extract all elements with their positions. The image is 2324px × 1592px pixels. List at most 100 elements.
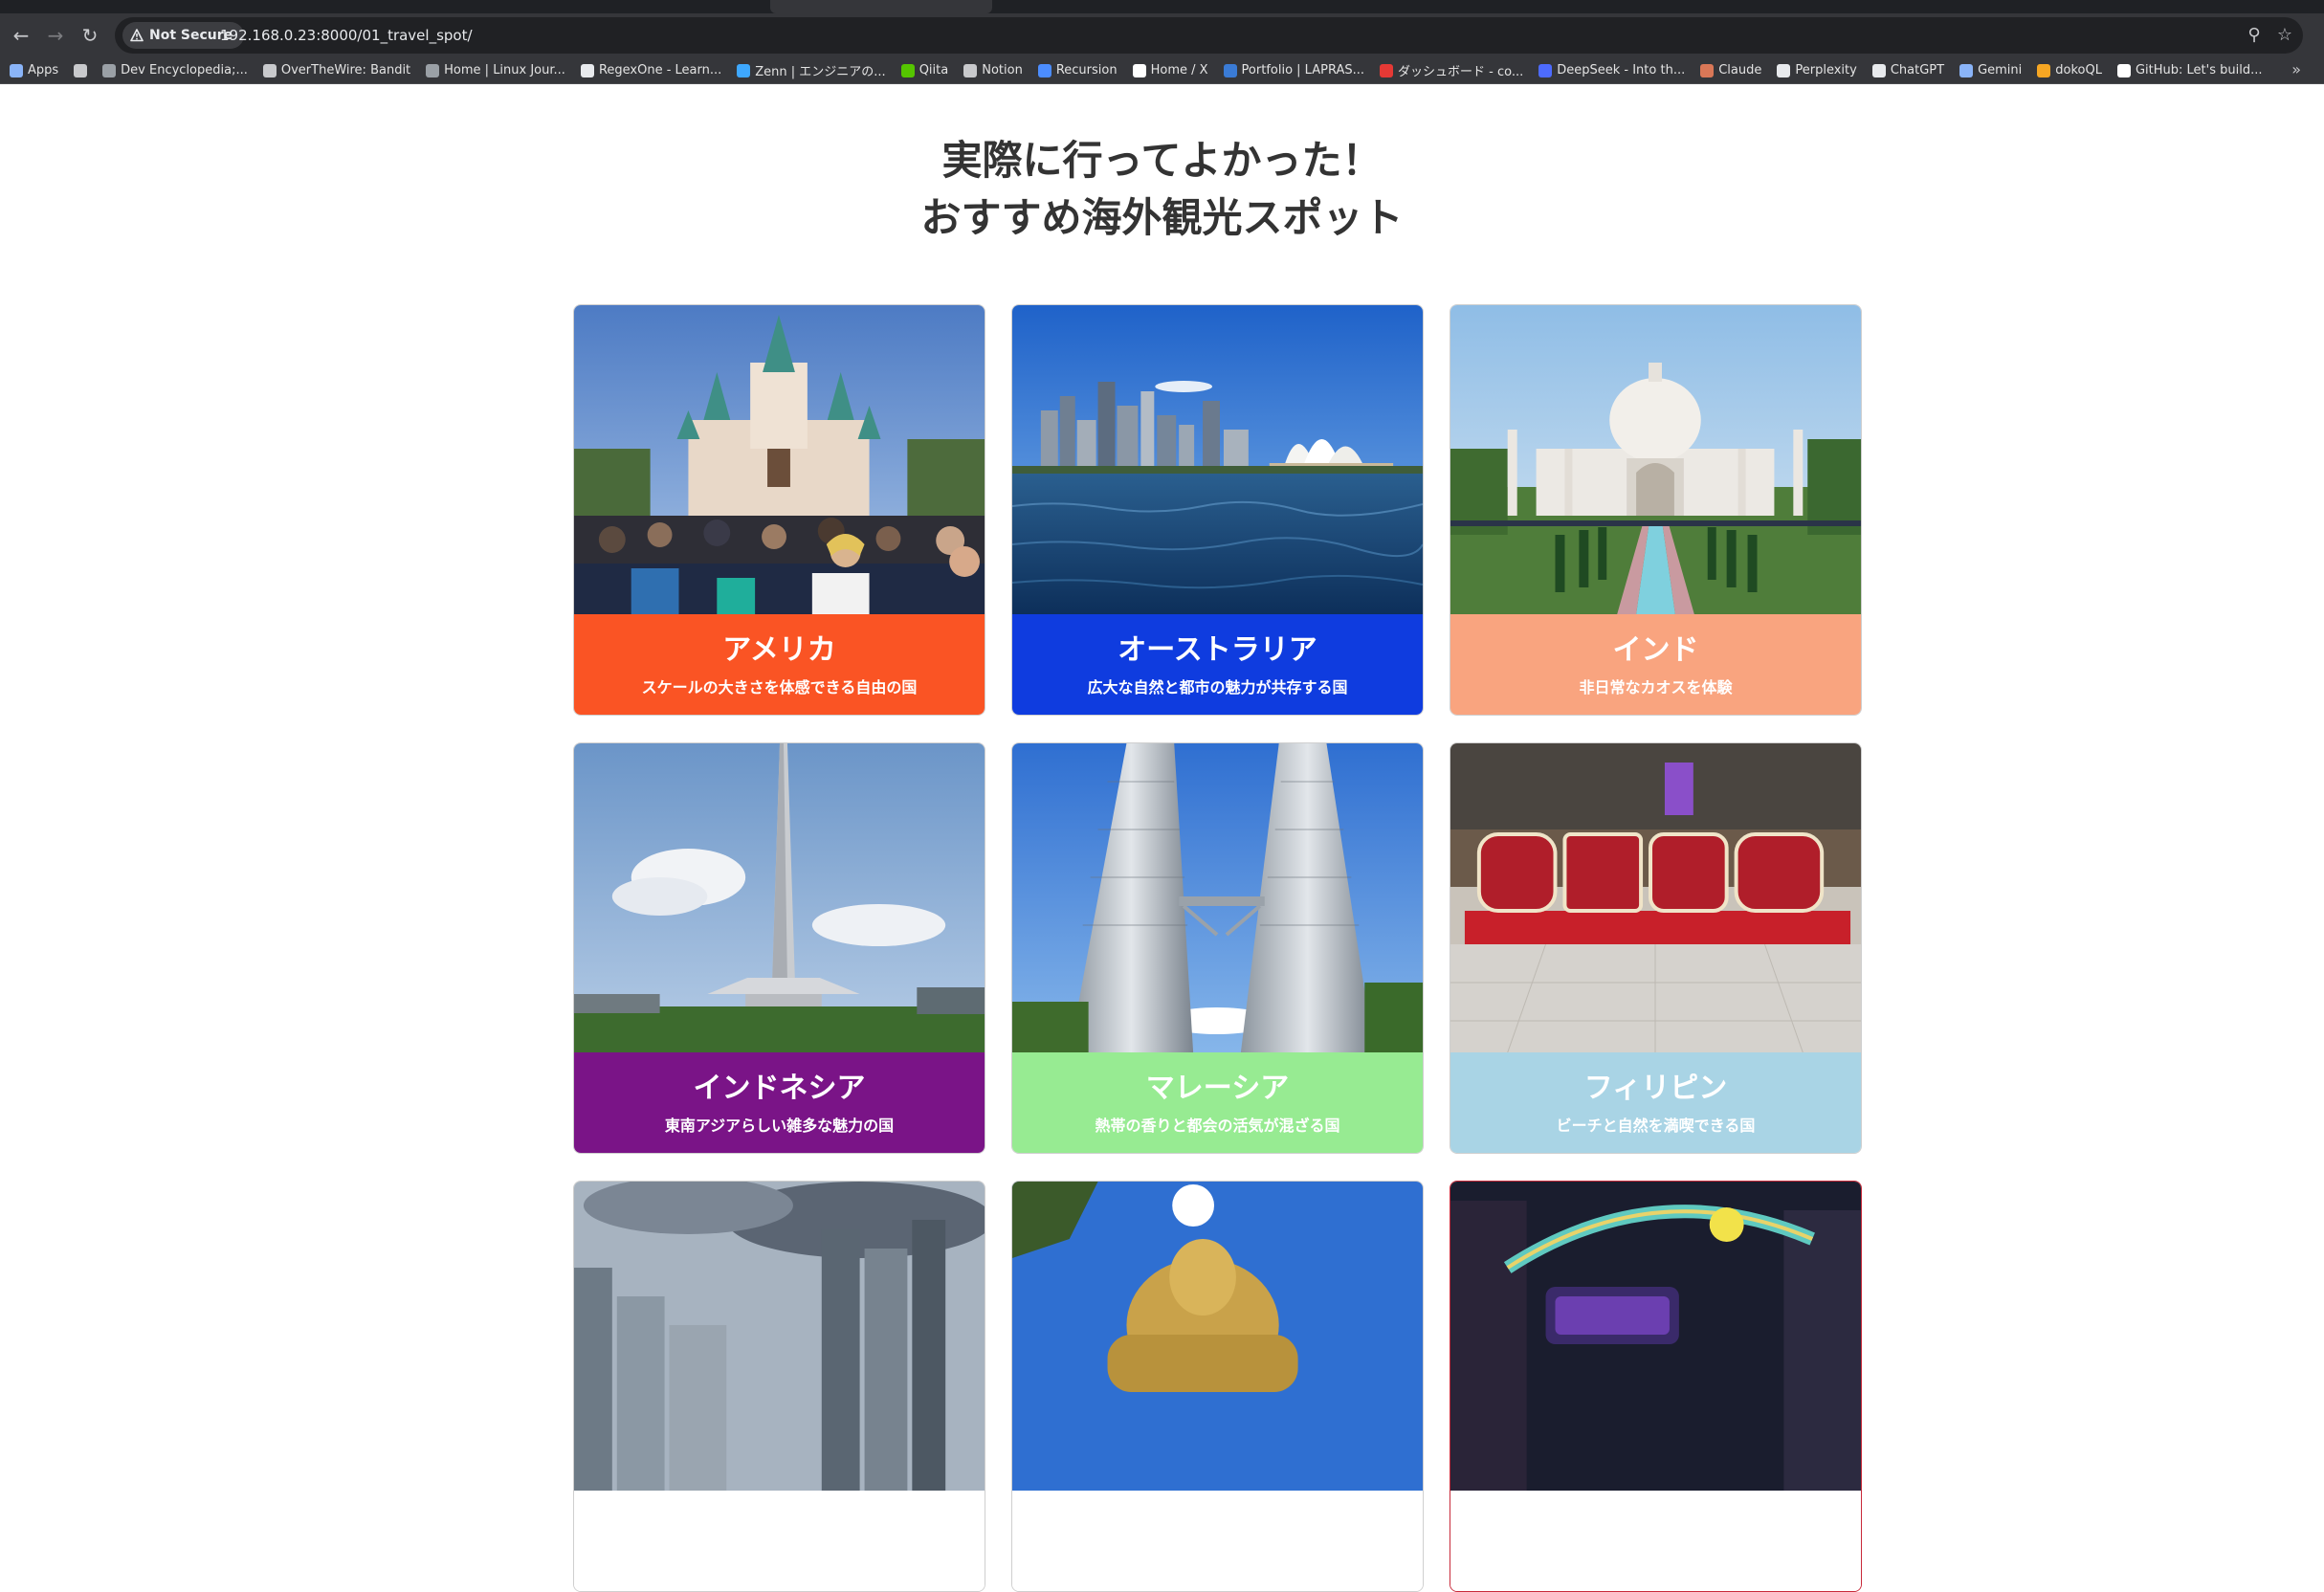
- address-bar[interactable]: Not Secure 192.168.0.23:8000/01_travel_s…: [115, 17, 2303, 54]
- deepseek-icon: [1538, 63, 1553, 77]
- bookmark-star-icon[interactable]: ☆: [2274, 25, 2295, 46]
- bookmark-item[interactable]: GitHub: Let's build...: [2116, 63, 2263, 77]
- active-tab[interactable]: [770, 0, 992, 13]
- cebu-sign-photo: [1450, 743, 1861, 1052]
- recursion-icon: [1037, 63, 1051, 77]
- spot-card-9[interactable]: [1450, 1181, 1862, 1592]
- bookmark-item[interactable]: [74, 63, 88, 77]
- page-title-line-1: 実際に行ってよかった！: [941, 137, 1383, 184]
- card-caption: フィリピン ビーチと自然を満喫できる国: [1450, 1052, 1861, 1153]
- bookmark-item[interactable]: Recursion: [1037, 63, 1118, 77]
- bookmark-item[interactable]: Gemini: [1959, 63, 2022, 77]
- card-caption: マレーシア 熱帯の香りと都会の活気が混ざる国: [1012, 1052, 1423, 1153]
- bookmark-item[interactable]: Dev Encyclopedia;...: [102, 63, 248, 77]
- bookmark-item[interactable]: ダッシュボード - co...: [1380, 61, 1523, 79]
- lapras-icon: [1223, 63, 1237, 77]
- bookmark-item[interactable]: Qiita: [900, 63, 949, 77]
- chatgpt-icon: [1871, 63, 1886, 77]
- card-title: アメリカ: [722, 633, 836, 667]
- bookmark-label: OverTheWire: Bandit: [280, 63, 411, 77]
- card-caption: インドネシア 東南アジアらしい雑多な魅力の国: [574, 1052, 985, 1153]
- twin-towers-photo: [1012, 743, 1423, 1052]
- home-icon: [963, 63, 978, 77]
- bookmark-label: GitHub: Let's build...: [2135, 63, 2263, 77]
- bookmark-item[interactable]: Notion: [963, 63, 1023, 77]
- spot-card-8[interactable]: [1011, 1181, 1424, 1592]
- spot-card-america[interactable]: アメリカ スケールの大きさを体感できる自由の国: [573, 304, 985, 716]
- golden-buddha-photo: [1012, 1182, 1423, 1491]
- spot-card-philippines[interactable]: フィリピン ビーチと自然を満喫できる国: [1450, 742, 1862, 1154]
- bookmark-item[interactable]: Portfolio | LAPRAS...: [1223, 63, 1364, 77]
- bookmark-item[interactable]: Home | Linux Jour...: [426, 63, 565, 77]
- bookmark-label: dokoQL: [2055, 63, 2102, 77]
- card-title: フィリピン: [1583, 1072, 1728, 1105]
- gemini-icon: [1959, 63, 1974, 77]
- tab-strip: [0, 0, 2324, 13]
- regex-icon: [580, 63, 594, 77]
- card-title: インドネシア: [693, 1072, 866, 1105]
- bookmark-label: Qiita: [919, 63, 949, 77]
- card-caption: オーストラリア 広大な自然と都市の魅力が共存する国: [1012, 614, 1423, 715]
- spot-card-india[interactable]: インド 非日常なカオスを体験: [1450, 304, 1862, 716]
- card-subtitle: 非日常なカオスを体験: [1579, 678, 1733, 696]
- monument-tower-photo: [574, 743, 985, 1052]
- flag-icon: [262, 63, 277, 77]
- taj-mahal-photo: [1450, 305, 1861, 614]
- spot-card-7[interactable]: [573, 1181, 985, 1592]
- card-subtitle: ビーチと自然を満喫できる国: [1556, 1117, 1756, 1135]
- url-text[interactable]: 192.168.0.23:8000/01_travel_spot/: [220, 17, 473, 54]
- spot-card-malaysia[interactable]: マレーシア 熱帯の香りと都会の活気が混ざる国: [1011, 742, 1424, 1154]
- card-subtitle: スケールの大きさを体感できる自由の国: [641, 678, 918, 696]
- zenn-icon: [737, 63, 751, 77]
- bookmark-item[interactable]: Home / X: [1132, 63, 1208, 77]
- bookmark-item[interactable]: OverTheWire: Bandit: [262, 63, 411, 77]
- bookmark-label: DeepSeek - Into th...: [1557, 63, 1686, 77]
- bookmark-item[interactable]: Claude: [1700, 63, 1761, 77]
- bookmark-item[interactable]: RegexOne - Learn...: [580, 63, 722, 77]
- page-title-line-2: おすすめ海外観光スポット: [920, 194, 1404, 241]
- page-title: 実際に行ってよかった！ おすすめ海外観光スポット: [0, 132, 2324, 247]
- spot-card-indonesia[interactable]: インドネシア 東南アジアらしい雑多な魅力の国: [573, 742, 985, 1154]
- bookmark-item[interactable]: Apps: [10, 63, 58, 77]
- spot-card-australia[interactable]: オーストラリア 広大な自然と都市の魅力が共存する国: [1011, 304, 1424, 716]
- qiita-icon: [900, 63, 915, 77]
- vibrant-night-photo: [1450, 1182, 1861, 1491]
- bookmark-label: Claude: [1718, 63, 1762, 77]
- card-title: マレーシア: [1145, 1072, 1290, 1105]
- browser-toolbar: ← → ↻ Not Secure 192.168.0.23:8000/01_tr…: [0, 13, 2324, 57]
- card-caption: [574, 1491, 985, 1591]
- singapore-skyline-photo: [574, 1182, 985, 1491]
- bookmark-label: Recursion: [1055, 63, 1118, 77]
- forward-arrow-icon[interactable]: →: [42, 22, 69, 49]
- card-subtitle: 東南アジアらしい雑多な魅力の国: [664, 1117, 895, 1135]
- card-subtitle: 熱帯の香りと都会の活気が混ざる国: [1095, 1117, 1340, 1135]
- bookmark-item[interactable]: Zenn | エンジニアの...: [737, 61, 886, 79]
- bookmark-item[interactable]: DeepSeek - Into th...: [1538, 63, 1685, 77]
- bookmark-label: RegexOne - Learn...: [598, 63, 722, 77]
- globe-icon: [102, 63, 117, 77]
- bookmark-label: Perplexity: [1795, 63, 1857, 77]
- github-icon: [2116, 63, 2131, 77]
- bookmark-item[interactable]: ChatGPT: [1871, 63, 1945, 77]
- card-caption: アメリカ スケールの大きさを体感できる自由の国: [574, 614, 985, 715]
- card-caption: [1450, 1491, 1861, 1591]
- bookmark-label: Home | Linux Jour...: [444, 63, 565, 77]
- reload-icon[interactable]: ↻: [77, 22, 103, 49]
- bookmark-item[interactable]: Perplexity: [1777, 63, 1857, 77]
- bookmark-label: Zenn | エンジニアの...: [755, 65, 886, 79]
- sydney-harbour-photo: [1012, 305, 1423, 614]
- apps-grid-icon: [10, 63, 23, 77]
- back-arrow-icon[interactable]: ←: [8, 22, 34, 49]
- castle-photo: [574, 305, 985, 614]
- dokoql-icon: [2037, 63, 2051, 77]
- card-caption: インド 非日常なカオスを体験: [1450, 614, 1861, 715]
- x-icon: [1132, 63, 1146, 77]
- claude-icon: [1700, 63, 1715, 77]
- bookmark-label: Notion: [982, 63, 1023, 77]
- zoom-icon[interactable]: ⚲: [2244, 25, 2265, 46]
- bookmarks-overflow-icon[interactable]: »: [2291, 60, 2301, 78]
- bookmark-item[interactable]: dokoQL: [2037, 63, 2102, 77]
- perplexity-icon: [1777, 63, 1791, 77]
- card-title: オーストラリア: [1118, 633, 1317, 667]
- bookmark-label: ChatGPT: [1890, 63, 1945, 77]
